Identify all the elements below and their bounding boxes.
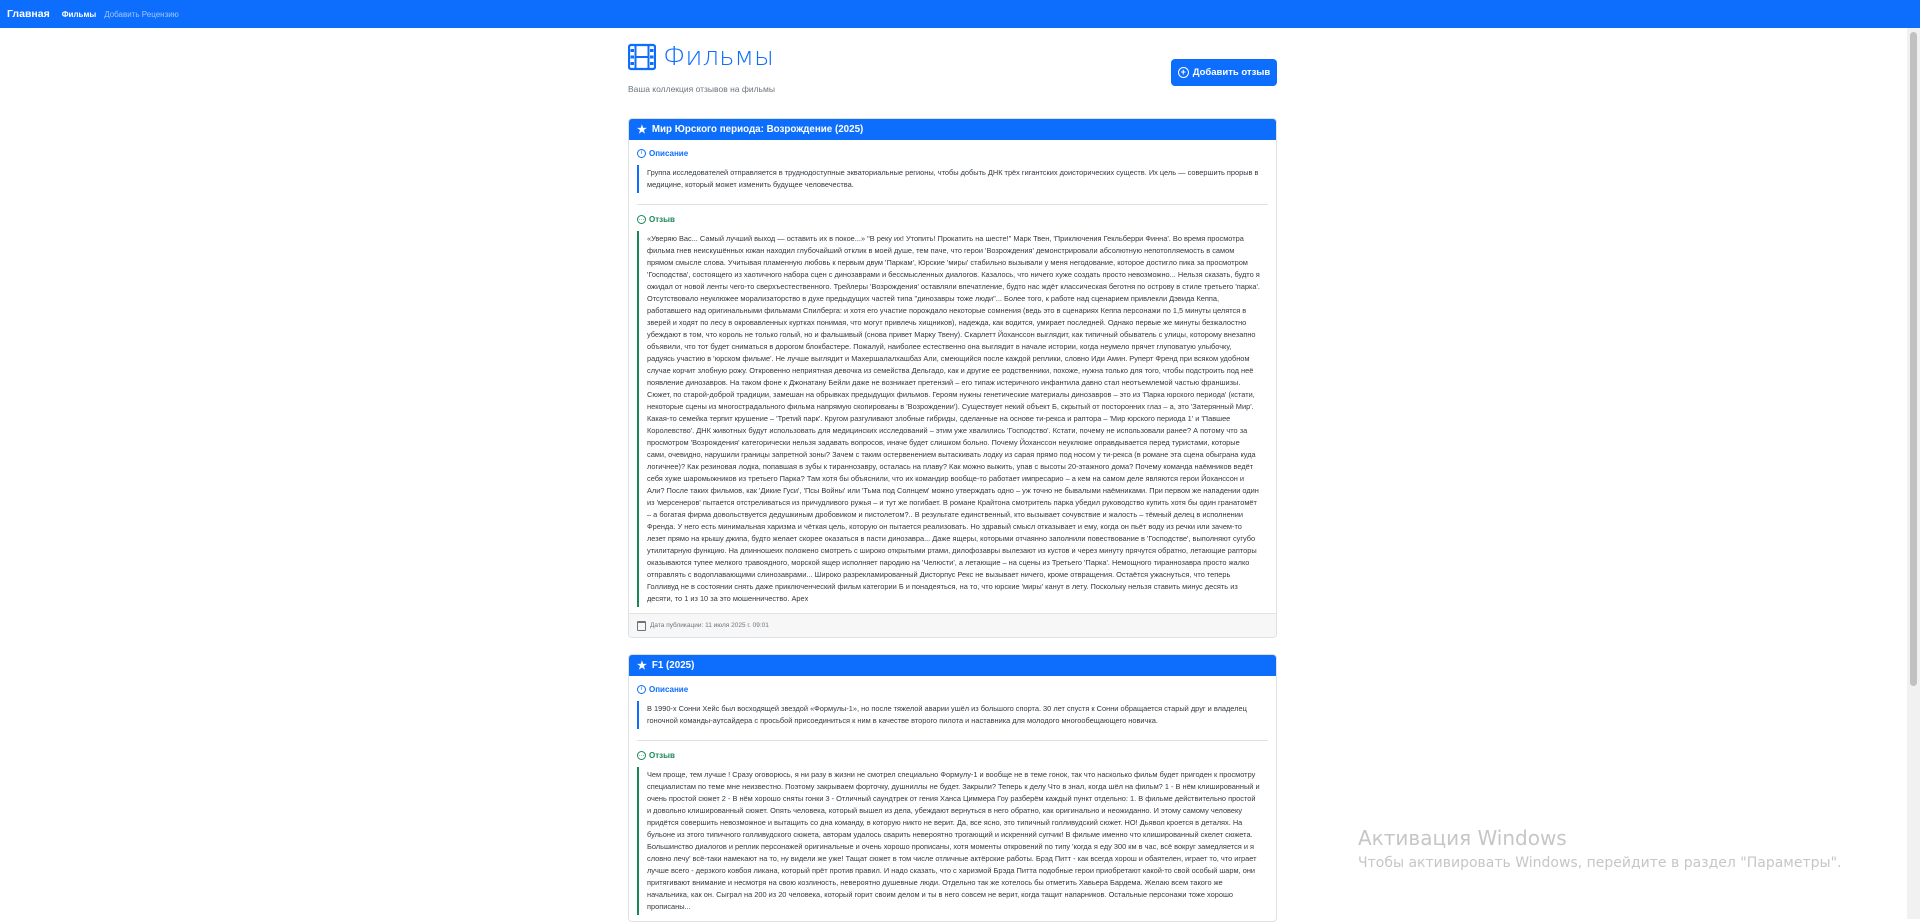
top-navbar: Главная Фильмы Добавить Рецензию xyxy=(0,0,1920,28)
description-heading: i Описание xyxy=(637,149,1268,158)
review-heading: … Отзыв xyxy=(637,751,1268,760)
page-subtitle: Ваша коллекция отзывов на фильмы xyxy=(628,84,775,94)
chat-circle-icon: … xyxy=(637,751,646,760)
review-card-body: i Описание В 1990-х Сонни Хейс был восхо… xyxy=(629,676,1276,921)
page-header: Фильмы Ваша коллекция отзывов на фильмы … xyxy=(628,28,1277,100)
nav-link-add-review[interactable]: Добавить Рецензию xyxy=(104,10,179,19)
watermark-title: Активация Windows xyxy=(1358,826,1567,850)
main-container: Фильмы Ваша коллекция отзывов на фильмы … xyxy=(628,28,1277,922)
review-card: ★ F1 (2025) i Описание В 1990-х Сонни Хе… xyxy=(628,654,1277,922)
calendar-icon xyxy=(637,620,646,631)
page-scrollbar[interactable] xyxy=(1907,28,1920,919)
review-title: F1 (2025) xyxy=(651,660,695,671)
info-circle-icon: i xyxy=(637,685,646,694)
publish-date: Дата публикации: 11 июля 2025 г. 09:01 xyxy=(650,622,769,629)
description-label: Описание xyxy=(649,685,689,694)
section-divider xyxy=(637,740,1268,741)
description-label: Описание xyxy=(649,149,689,158)
chat-circle-icon: … xyxy=(637,215,646,224)
scrollbar-thumb[interactable] xyxy=(1910,32,1917,686)
add-review-button-label: Добавить отзыв xyxy=(1192,67,1271,78)
review-title: Мир Юрского периода: Возрождение (2025) xyxy=(651,124,864,135)
watermark-subtitle: Чтобы активировать Windows, перейдите в … xyxy=(1358,855,1842,871)
review-heading: … Отзыв xyxy=(637,215,1268,224)
review-label: Отзыв xyxy=(649,215,675,224)
star-icon: ★ xyxy=(637,660,647,672)
section-divider xyxy=(637,204,1268,205)
review-card-footer: Дата публикации: 11 июля 2025 г. 09:01 xyxy=(629,613,1276,637)
review-card-header: ★ Мир Юрского периода: Возрождение (2025… xyxy=(629,119,1276,140)
review-text: Чем проще, тем лучше ! Сразу оговорюсь, … xyxy=(637,767,1268,915)
review-card: ★ Мир Юрского периода: Возрождение (2025… xyxy=(628,118,1277,638)
info-circle-icon: i xyxy=(637,149,646,158)
review-card-body: i Описание Группа исследователей отправл… xyxy=(629,140,1276,613)
film-description: Группа исследователей отправляется в тру… xyxy=(637,165,1268,193)
page-title-text: Фильмы xyxy=(663,42,774,72)
description-heading: i Описание xyxy=(637,685,1268,694)
star-icon: ★ xyxy=(637,124,647,136)
nav-brand-home[interactable]: Главная xyxy=(7,8,50,20)
nav-link-films[interactable]: Фильмы xyxy=(62,10,97,19)
review-text: «Уверяю Вас... Самый лучший выход — оста… xyxy=(637,231,1268,607)
film-icon xyxy=(628,43,656,71)
review-card-header: ★ F1 (2025) xyxy=(629,655,1276,676)
film-description: В 1990-х Сонни Хейс был восходящей звезд… xyxy=(637,701,1268,729)
windows-activation-watermark: Активация Windows Чтобы активировать Win… xyxy=(1358,826,1841,871)
review-label: Отзыв xyxy=(649,751,675,760)
plus-circle-icon: + xyxy=(1177,67,1189,78)
add-review-button[interactable]: + Добавить отзыв xyxy=(1171,59,1277,86)
page-title: Фильмы xyxy=(628,42,774,72)
